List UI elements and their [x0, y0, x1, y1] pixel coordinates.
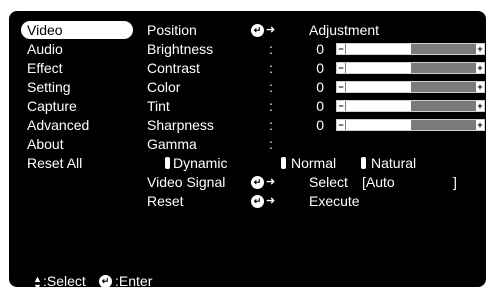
reset-execute-button[interactable]: Execute [309, 192, 360, 210]
sharpness-value: 0 [316, 117, 324, 133]
colon: : [269, 60, 273, 76]
menu-item-advanced[interactable]: Advanced [27, 116, 89, 134]
footer-enter-hint: :Enter [115, 273, 153, 289]
color-value: 0 [316, 79, 324, 95]
plus-icon[interactable]: + [476, 82, 484, 92]
sharpness-slider[interactable]: − + [336, 119, 485, 131]
minus-icon[interactable]: − [337, 44, 345, 54]
minus-icon[interactable]: − [337, 101, 345, 111]
gamma-option-natural[interactable]: Natural [371, 154, 416, 172]
video-settings-panel: Video Audio Effect Setting Capture Advan… [9, 11, 486, 291]
radio-marker-icon[interactable] [361, 157, 366, 169]
arrow-right-icon: ➜ [266, 195, 276, 207]
arrow-right-icon: ➜ [266, 176, 276, 188]
position-adjustment-button[interactable]: Adjustment [309, 21, 379, 39]
color-label: Color [147, 79, 181, 95]
sharpness-label: Sharpness [147, 117, 214, 133]
contrast-value: 0 [316, 60, 324, 76]
brightness-value: 0 [316, 41, 324, 57]
minus-icon[interactable]: − [337, 82, 345, 92]
minus-icon[interactable]: − [337, 120, 345, 130]
menu-item-about[interactable]: About [27, 135, 64, 153]
arrow-right-icon: ➜ [266, 24, 276, 36]
reset-label: Reset [147, 193, 184, 209]
menu-item-reset-all[interactable]: Reset All [27, 154, 82, 172]
video-signal-label: Video Signal [147, 174, 226, 190]
enter-icon: ↵ [251, 195, 264, 208]
minus-icon[interactable]: − [337, 63, 345, 73]
plus-icon[interactable]: + [476, 120, 484, 130]
position-label: Position [147, 22, 197, 38]
colon: : [269, 41, 273, 57]
radio-marker-icon[interactable] [281, 157, 286, 169]
gamma-option-normal[interactable]: Normal [291, 154, 336, 172]
video-signal-select-button[interactable]: Select [309, 173, 348, 191]
footer-select-hint: :Select [43, 273, 86, 289]
slider-fill [346, 63, 411, 73]
color-slider[interactable]: − + [336, 81, 485, 93]
enter-icon: ↵ [99, 275, 112, 288]
colon: : [269, 98, 273, 114]
colon: : [269, 117, 273, 133]
colon: : [269, 79, 273, 95]
plus-icon[interactable]: + [476, 44, 484, 54]
plus-icon[interactable]: + [476, 63, 484, 73]
screen: Video Audio Effect Setting Capture Advan… [0, 0, 489, 291]
slider-fill [346, 82, 411, 92]
radio-marker-icon[interactable] [165, 157, 170, 169]
brightness-label: Brightness [147, 41, 214, 57]
gamma-option-dynamic[interactable]: Dynamic [173, 154, 227, 172]
up-down-arrow-icon: ▲ ▼ [33, 274, 42, 291]
contrast-label: Contrast [147, 60, 200, 76]
contrast-slider[interactable]: − + [336, 62, 485, 74]
menu-item-audio[interactable]: Audio [27, 40, 63, 58]
video-signal-bracket: ] [453, 174, 457, 190]
slider-fill [346, 44, 411, 54]
slider-fill [346, 101, 411, 111]
brightness-slider[interactable]: − + [336, 43, 485, 55]
menu-item-effect[interactable]: Effect [27, 59, 63, 77]
slider-fill [346, 120, 411, 130]
tint-value: 0 [316, 98, 324, 114]
menu-item-capture[interactable]: Capture [27, 97, 77, 115]
enter-icon: ↵ [251, 176, 264, 189]
plus-icon[interactable]: + [476, 101, 484, 111]
menu-item-setting[interactable]: Setting [27, 78, 71, 96]
colon: : [269, 136, 273, 152]
tint-slider[interactable]: − + [336, 100, 485, 112]
menu-item-video[interactable]: Video [21, 21, 133, 39]
tint-label: Tint [147, 98, 170, 114]
gamma-label: Gamma [147, 136, 197, 152]
enter-icon: ↵ [251, 24, 264, 37]
video-signal-value[interactable]: [Auto [362, 173, 395, 191]
